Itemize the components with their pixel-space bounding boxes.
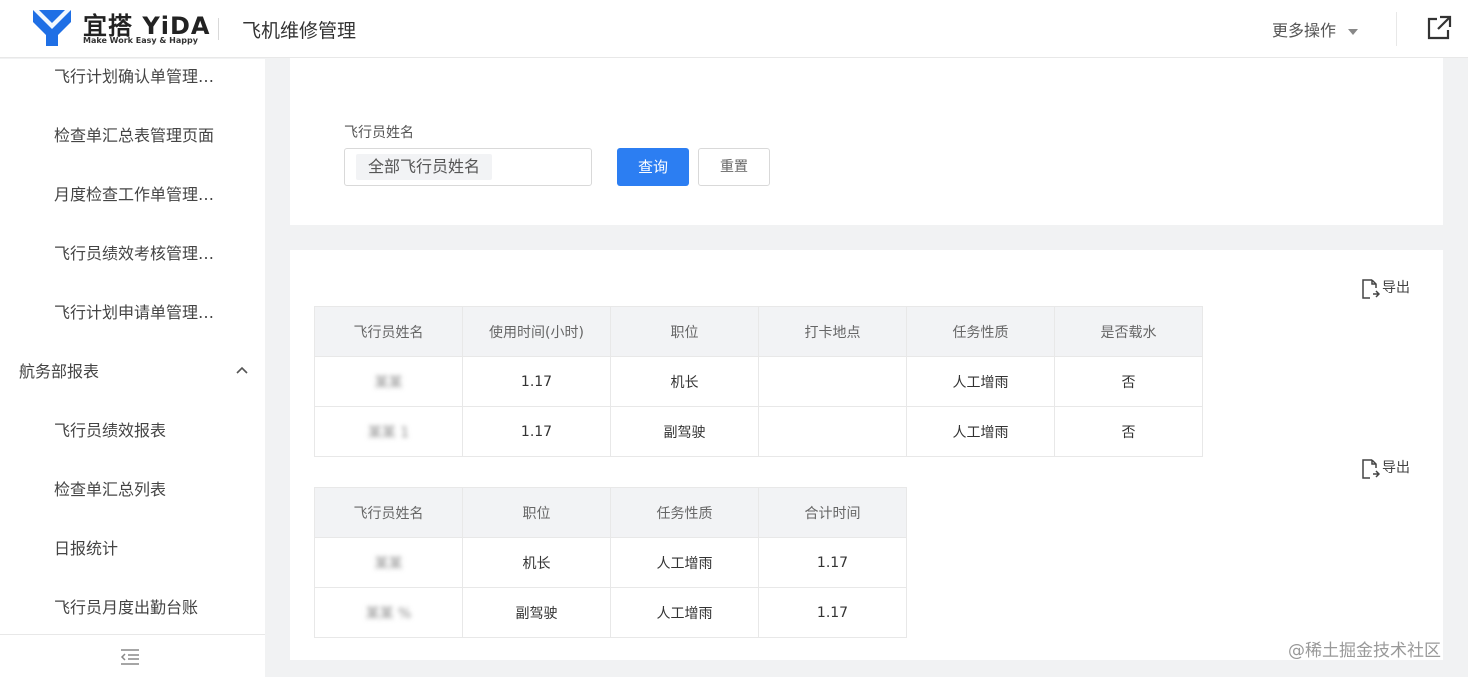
column-header: 打卡地点: [758, 306, 907, 357]
sidebar-item-flight-plan-confirm[interactable]: 飞行计划确认单管理…: [0, 57, 265, 97]
sidebar-item-label: 检查单汇总列表: [54, 480, 167, 499]
sidebar-item-label: 飞行员绩效报表: [54, 421, 167, 440]
pilot-name-redacted: 某某: [374, 555, 403, 572]
sidebar-item-pilot-attendance[interactable]: 飞行员月度出勤台账: [0, 588, 265, 628]
table-row: 某某 机长 人工增雨 1.17: [314, 537, 907, 588]
table-cell: 1.17: [758, 587, 907, 638]
table-cell: 否: [1054, 356, 1203, 407]
pilot-name-label: 飞行员姓名: [344, 125, 414, 141]
sidebar-item-monthly-inspection[interactable]: 月度检查工作单管理…: [0, 175, 265, 215]
header-divider: [1396, 12, 1397, 46]
brand-slogan: Make Work Easy & Happy: [83, 36, 198, 45]
top-bar: 宜搭 YiDA Make Work Easy & Happy 飞机维修管理 更多…: [0, 0, 1468, 58]
sidebar-item-pilot-performance-review[interactable]: 飞行员绩效考核管理…: [0, 234, 265, 274]
sidebar-item-label: 飞行员绩效考核管理…: [54, 244, 215, 263]
column-header: 职位: [610, 306, 759, 357]
table-cell: 机长: [462, 537, 611, 588]
sidebar-item-pilot-performance-report[interactable]: 飞行员绩效报表: [0, 411, 265, 451]
sidebar-item-daily-stats[interactable]: 日报统计: [0, 529, 265, 569]
table-cell: 人工增雨: [906, 356, 1055, 407]
sidebar-item-label: 飞行员月度出勤台账: [54, 598, 199, 617]
pilot-name-select-value: 全部飞行员姓名: [356, 154, 493, 180]
sidebar-item-label: 月度检查工作单管理…: [54, 185, 215, 204]
export-label: 导出: [1382, 460, 1410, 476]
chevron-down-icon: [1348, 28, 1359, 35]
export-icon: [1362, 279, 1380, 299]
table-cell: [758, 406, 907, 457]
more-actions-label: 更多操作: [1272, 21, 1337, 40]
reset-button[interactable]: 重置: [698, 148, 770, 186]
table-cell: 1.17: [462, 406, 611, 457]
chevron-up-icon: [236, 366, 248, 374]
sidebar-item-checklist-summary-page[interactable]: 检查单汇总表管理页面: [0, 116, 265, 156]
table-cell: 某某: [314, 356, 463, 407]
app-title: 飞机维修管理: [242, 20, 357, 42]
sidebar-item-label: 飞行计划确认单管理…: [54, 67, 215, 86]
table-cell: 某某 %: [314, 587, 463, 638]
sidebar-item-flight-plan-request[interactable]: 飞行计划申请单管理…: [0, 293, 265, 333]
export-button-table1[interactable]: 导出: [1360, 276, 1420, 300]
column-header: 是否载水: [1054, 306, 1203, 357]
sidebar-group-ops-reports[interactable]: 航务部报表: [0, 352, 265, 392]
column-header: 任务性质: [610, 487, 759, 538]
table-cell: 人工增雨: [610, 537, 759, 588]
sidebar-item-label: 日报统计: [54, 539, 119, 558]
table-cell: 1.17: [758, 537, 907, 588]
sidebar: 飞行计划确认单管理… 检查单汇总表管理页面 月度检查工作单管理… 飞行员绩效考核…: [0, 59, 265, 677]
column-header: 使用时间(小时): [462, 306, 611, 357]
open-new-window-icon[interactable]: [1425, 14, 1453, 42]
table-cell: 1.17: [462, 356, 611, 407]
column-header: 任务性质: [906, 306, 1055, 357]
table-cell: 机长: [610, 356, 759, 407]
pilot-name-redacted: 某某: [374, 374, 403, 391]
table-cell: 人工增雨: [610, 587, 759, 638]
pilot-name-redacted: 某某 1: [367, 424, 410, 441]
export-icon: [1362, 459, 1380, 479]
column-header: 职位: [462, 487, 611, 538]
table-row: 某某 % 副驾驶 人工增雨 1.17: [314, 587, 907, 638]
table-row: 某某 1 1.17 副驾驶 人工增雨 否: [314, 406, 1203, 457]
table-cell: 副驾驶: [610, 406, 759, 457]
table-cell: 副驾驶: [462, 587, 611, 638]
table-cell: 某某 1: [314, 406, 463, 457]
column-header: 飞行员姓名: [314, 306, 463, 357]
watermark-text: @稀土掘金技术社区: [1288, 641, 1441, 661]
flight-hours-table: 飞行员姓名 使用时间(小时) 职位 打卡地点 任务性质 是否载水 某某 1.17…: [314, 306, 1203, 457]
more-actions-dropdown[interactable]: 更多操作: [1272, 17, 1359, 41]
header-divider: [218, 18, 219, 40]
sidebar-group-label: 航务部报表: [19, 362, 100, 381]
column-header: 飞行员姓名: [314, 487, 463, 538]
export-label: 导出: [1382, 280, 1410, 296]
export-button-table2[interactable]: 导出: [1360, 456, 1420, 480]
sidebar-item-label: 飞行计划申请单管理…: [54, 303, 215, 322]
pilot-name-select[interactable]: 全部飞行员姓名: [344, 148, 592, 186]
pilot-total-hours-table: 飞行员姓名 职位 任务性质 合计时间 某某 机长 人工增雨 1.17 某某 % …: [314, 487, 907, 638]
query-button[interactable]: 查询: [617, 148, 689, 186]
sidebar-item-checklist-summary-list[interactable]: 检查单汇总列表: [0, 470, 265, 510]
table-header-row: 飞行员姓名 使用时间(小时) 职位 打卡地点 任务性质 是否载水: [314, 306, 1203, 357]
table-row: 某某 1.17 机长 人工增雨 否: [314, 356, 1203, 407]
sidebar-item-label: 检查单汇总表管理页面: [54, 126, 215, 145]
column-header: 合计时间: [758, 487, 907, 538]
results-panel: 导出 飞行员姓名 使用时间(小时) 职位 打卡地点 任务性质 是否载水 某某 1…: [290, 250, 1443, 660]
table-cell: 人工增雨: [906, 406, 1055, 457]
table-header-row: 飞行员姓名 职位 任务性质 合计时间: [314, 487, 907, 538]
table-cell: 否: [1054, 406, 1203, 457]
collapse-sidebar-icon[interactable]: [119, 648, 141, 666]
filter-panel: 飞行员姓名 全部飞行员姓名 查询 重置: [290, 58, 1443, 225]
sidebar-footer: [0, 634, 265, 677]
table-cell: [758, 356, 907, 407]
yida-logo-icon: [33, 10, 71, 46]
table-cell: 某某: [314, 537, 463, 588]
pilot-name-redacted: 某某 %: [365, 605, 412, 622]
